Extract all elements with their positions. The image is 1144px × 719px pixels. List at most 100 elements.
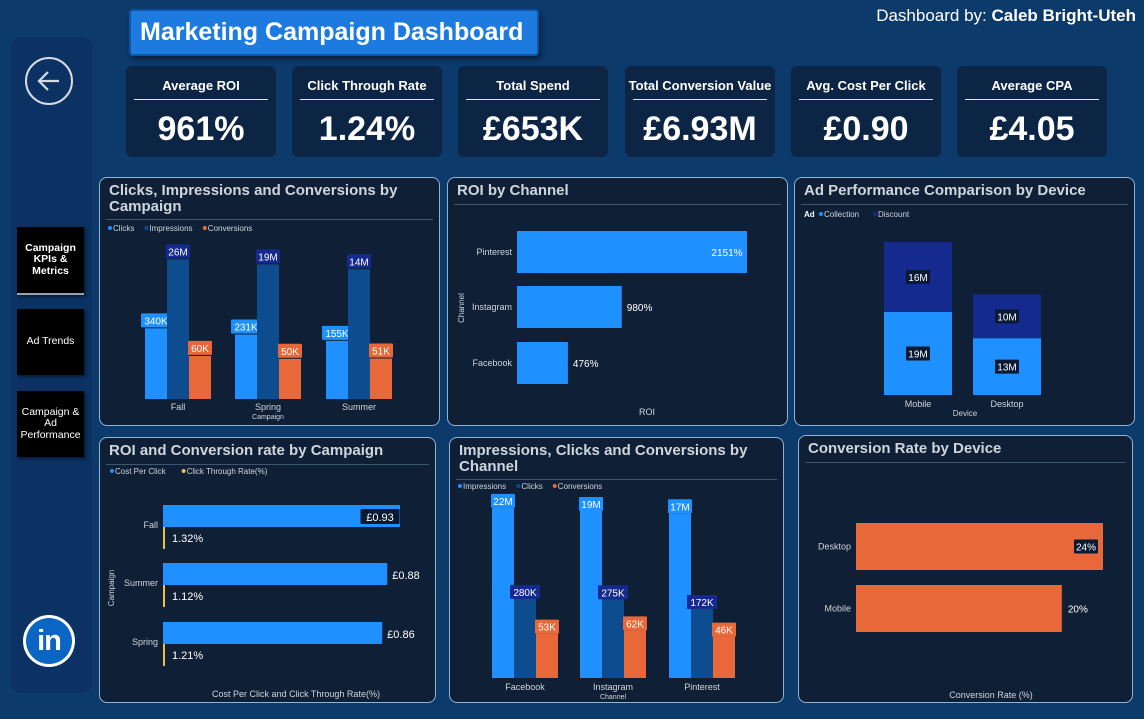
nav-campaign-kpis[interactable]: Campaign KPIs & Metrics	[17, 227, 84, 295]
data-label-ctr-spring: 1.21%	[172, 650, 203, 662]
panel-roi-by-channel: ROI by Channel Pinterest 2151% Instagram 98…	[447, 177, 788, 426]
y-tick-label: Summer	[124, 578, 158, 588]
data-label-facebook-impressions: 22M	[493, 497, 512, 508]
bar-instagram-clicks	[602, 599, 624, 678]
chart-campaign-volume: Clicks Impressions Conversions 340K 26M 60K Fa…	[108, 224, 393, 421]
bar-ctr-fall	[163, 527, 165, 549]
bar-ctr-spring	[163, 644, 165, 666]
kpi-value: £653K	[482, 110, 584, 148]
legend-marker-1	[516, 484, 521, 488]
nav-campaign-ad-performance[interactable]: Campaign & Ad Performance	[17, 391, 84, 457]
data-label-mobile-collection: 19M	[908, 349, 927, 360]
data-label-instagram-conversions: 62K	[626, 619, 644, 630]
bar-pinterest-conversions	[713, 636, 735, 678]
bar-ctr-summer	[163, 585, 165, 607]
bar-fall-impressions	[167, 259, 189, 399]
x-tick-label: Desktop	[990, 399, 1023, 409]
data-label-fall-conversions: 60K	[191, 344, 209, 355]
chart-conversion-rate-device: Desktop 24% Mobile 20% Conversion Rate (%)	[818, 523, 1103, 700]
page-title: Marketing Campaign Dashboard	[129, 9, 539, 56]
bar-summer-clicks	[326, 340, 348, 399]
kpi-card-total-conversion-value: Total Conversion Value £6.93M	[625, 66, 775, 157]
legend-label-2: Conversions	[558, 482, 602, 491]
kpi-divider	[799, 99, 933, 100]
legend-marker-1	[181, 469, 186, 473]
x-axis-label: Channel	[600, 694, 627, 701]
x-tick-label: Pinterest	[684, 682, 720, 692]
legend-label-2: Conversions	[208, 224, 252, 233]
data-label-spring-clicks: 231K	[234, 322, 258, 333]
bar-mobile	[856, 585, 1062, 632]
y-tick-label: Pinterest	[476, 247, 512, 257]
arrow-left-icon	[37, 71, 59, 91]
legend-label-1: Clicks	[521, 482, 542, 491]
nav-ad-trends[interactable]: Ad Trends	[17, 309, 84, 375]
chart-cpc-ctr-campaign: Cost Per Click Click Through Rate(%) £0.93…	[107, 467, 420, 699]
y-tick-label: Facebook	[472, 358, 512, 368]
data-label-desktop-discount: 10M	[997, 312, 1016, 323]
data-label-desktop: 24%	[1076, 543, 1096, 554]
legend-label-1: Impressions	[149, 224, 192, 233]
x-axis-label: Device	[953, 409, 978, 418]
bar-cpc-spring	[163, 622, 383, 644]
legend-label-1: Click Through Rate(%)	[187, 467, 268, 476]
kpi-value: 961%	[157, 110, 245, 148]
bar-spring-clicks	[235, 334, 257, 399]
linkedin-icon[interactable]: in	[23, 615, 75, 667]
bar-spring-conversions	[279, 358, 301, 399]
data-label-facebook: 476%	[573, 359, 599, 370]
data-label-ctr-fall: 1.32%	[172, 533, 203, 545]
x-axis-label: ROI	[639, 407, 655, 417]
panel-roi-conversion-campaign: ROI and Conversion rate by Campaign Cost…	[99, 437, 436, 703]
dashboard-byline: Dashboard by: Caleb Bright-Uteh	[876, 6, 1136, 26]
chart-channel-volume: Impressions Clicks Conversions 22M 280K 53K Fa…	[458, 482, 736, 701]
byline-prefix: Dashboard by:	[876, 6, 987, 25]
kpi-divider	[300, 99, 434, 100]
kpi-card-average-roi: Average ROI 961%	[126, 66, 276, 157]
legend-label-0: Cost Per Click	[115, 467, 167, 476]
bar-facebook-clicks	[514, 598, 536, 678]
kpi-label: Total Conversion Value	[628, 78, 772, 93]
data-label-spring-conversions: 50K	[281, 347, 299, 358]
kpi-card-total-spend: Total Spend £653K	[458, 66, 608, 157]
data-label-pinterest-conversions: 46K	[715, 626, 733, 637]
data-label-pinterest-clicks: 172K	[690, 598, 714, 609]
y-axis-label: Channel	[457, 293, 466, 323]
legend-label-1: Discount	[878, 210, 910, 219]
data-label-fall-impressions: 26M	[168, 247, 187, 258]
y-tick-label: Spring	[132, 637, 158, 647]
data-label-pinterest: 2151%	[711, 248, 742, 259]
data-label-cpc-fall: £0.93	[366, 512, 394, 524]
bar-summer-conversions	[370, 358, 392, 399]
data-label-cpc-spring: £0.86	[387, 629, 415, 641]
x-tick-label: Instagram	[593, 682, 633, 692]
back-button[interactable]	[25, 57, 73, 105]
data-label-pinterest-impressions: 17M	[670, 502, 689, 513]
x-axis-label: Campaign	[252, 414, 284, 421]
kpi-value: £0.90	[823, 110, 909, 148]
panel-impressions-clicks-conversions-channel: Impressions, Clicks and Conversions by C…	[449, 437, 784, 703]
data-label-summer-conversions: 51K	[372, 346, 390, 357]
x-tick-label: Spring	[255, 402, 281, 412]
data-label-instagram-impressions: 19M	[581, 500, 600, 511]
x-tick-label: Mobile	[905, 399, 932, 409]
kpi-label: Avg. Cost Per Click	[806, 78, 926, 93]
data-label-summer-clicks: 155K	[325, 329, 349, 340]
panel-conversion-rate-device: Conversion Rate by Device Desktop 24% Mobi…	[798, 435, 1133, 703]
legend-label-0: Impressions	[463, 482, 506, 491]
kpi-divider	[633, 99, 767, 100]
legend-marker-1	[873, 212, 877, 216]
byline-author: Caleb Bright-Uteh	[991, 6, 1137, 25]
data-label-instagram-clicks: 275K	[601, 588, 625, 599]
kpi-label: Average CPA	[991, 78, 1073, 93]
data-label-facebook-clicks: 280K	[513, 588, 537, 599]
legend-marker-0	[819, 212, 823, 216]
y-tick-label: Mobile	[824, 604, 851, 614]
data-label-facebook-conversions: 53K	[538, 623, 556, 634]
data-label-instagram: 980%	[627, 303, 653, 314]
kpi-divider	[466, 99, 600, 100]
legend-title: Ad	[804, 210, 815, 219]
bar-facebook	[517, 342, 568, 384]
data-label-spring-impressions: 19M	[258, 252, 277, 263]
kpi-label: Average ROI	[162, 78, 240, 93]
